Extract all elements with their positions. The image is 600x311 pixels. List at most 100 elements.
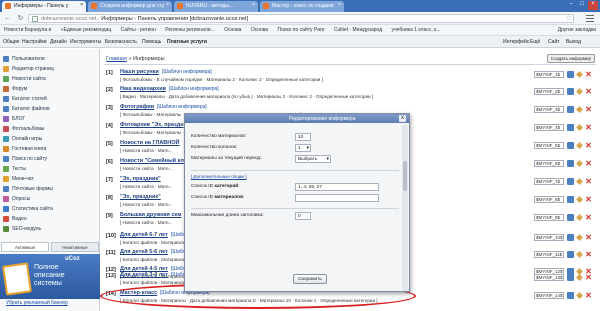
sidebar-item[interactable]: Новости сайта — [0, 75, 100, 84]
informer-title-link[interactable]: Фотоархив "Эх, праздн — [120, 122, 184, 128]
delete-icon[interactable]: ✕ — [585, 292, 592, 300]
columns-select[interactable]: 1 — [295, 144, 311, 152]
informer-title-link[interactable]: "Эх, праздник" — [120, 194, 161, 200]
back-arrow-icon[interactable]: ← — [3, 15, 12, 23]
bookmark-item[interactable]: Основа — [224, 27, 241, 33]
informer-code-field[interactable]: $MYINF_6$ — [534, 160, 564, 167]
browser-tab-informers[interactable]: Информеры - Панель у × — [2, 1, 86, 12]
close-tab-icon[interactable]: × — [338, 2, 341, 8]
informer-code-field[interactable]: $MYINF_7$ — [534, 178, 564, 185]
informer-code-field[interactable]: $MYINF_11$ — [534, 251, 564, 258]
menu-help[interactable]: Помощь — [142, 39, 161, 45]
sidebar-item[interactable]: Статистика сайта — [0, 205, 100, 214]
informer-code-field[interactable]: $MYINF_3$ — [534, 106, 564, 113]
bookmark-item[interactable]: Поиск по сайту Pare — [278, 27, 325, 33]
delete-icon[interactable]: ✕ — [585, 214, 592, 222]
edit-pencil-icon[interactable] — [576, 160, 583, 167]
delete-icon[interactable]: ✕ — [585, 178, 592, 186]
delete-icon[interactable]: ✕ — [585, 124, 592, 132]
informer-code-field[interactable]: $MYINF_4$ — [534, 124, 564, 131]
copy-icon[interactable] — [567, 214, 574, 221]
informer-template-link[interactable]: [Шаблон информера] — [162, 69, 212, 75]
delete-icon[interactable]: ✕ — [585, 71, 592, 79]
minimize-window-icon[interactable]: – — [566, 1, 576, 10]
close-tab-icon[interactable]: × — [166, 2, 169, 8]
edit-pencil-icon[interactable] — [576, 274, 583, 281]
other-bookmarks[interactable]: Другие закладки — [558, 27, 596, 33]
delete-icon[interactable]: ✕ — [585, 160, 592, 168]
ucoz-ad-banner[interactable]: uCoz Полное описание системы — [0, 254, 100, 299]
sidebar-item[interactable]: Редактор страниц — [0, 65, 100, 74]
edit-pencil-icon[interactable] — [576, 178, 583, 185]
bookmark-item[interactable]: Cultiet - Международ — [334, 27, 382, 33]
copy-icon[interactable] — [567, 124, 574, 131]
copy-icon[interactable] — [567, 142, 574, 149]
informer-title-link[interactable]: Новости на ГЛАВНОЙ — [120, 140, 180, 146]
tab-inactive-modules[interactable]: Неактивные — [51, 242, 99, 252]
informer-code-field[interactable]: $MYINF_9$ — [534, 214, 564, 221]
edit-pencil-icon[interactable] — [576, 71, 583, 78]
edit-pencil-icon[interactable] — [576, 214, 583, 221]
menu-logout[interactable]: Выход — [566, 39, 581, 45]
edit-pencil-icon[interactable] — [576, 88, 583, 95]
menu-general[interactable]: Общие — [3, 39, 19, 45]
category-ids-input[interactable]: 1, 4, 26, 27 — [295, 183, 379, 191]
informer-code-field[interactable]: $MYINF_5$ — [534, 142, 564, 149]
edit-pencil-icon[interactable] — [576, 234, 583, 241]
dialog-close-icon[interactable]: x — [399, 115, 406, 122]
create-informer-button[interactable]: Создать информер — [546, 54, 595, 63]
delete-icon[interactable]: ✕ — [585, 251, 592, 259]
browser-tab-2[interactable]: Создала информер для сту × — [88, 1, 172, 12]
copy-icon[interactable] — [567, 274, 574, 281]
informer-title-link[interactable]: Большая дружная сем — [120, 212, 181, 218]
edit-pencil-icon[interactable] — [576, 292, 583, 299]
sidebar-item[interactable]: Тесты — [0, 165, 100, 174]
copy-icon[interactable] — [567, 71, 574, 78]
material-ids-input[interactable] — [295, 194, 379, 202]
menu-paid-services[interactable]: Платные услуги — [167, 39, 207, 45]
informer-code-field[interactable]: $MYINF_13$ — [534, 274, 564, 281]
bookmark-star-icon[interactable]: ☆ — [566, 14, 572, 22]
informer-template-link[interactable]: [Шаблон информера] — [157, 104, 207, 110]
close-tab-icon[interactable]: × — [252, 2, 255, 8]
save-button[interactable]: Сохранить — [293, 274, 327, 284]
remove-banner-link[interactable]: Убрать рекламный баннер — [6, 300, 68, 306]
title-length-input[interactable]: 0 — [295, 212, 311, 220]
informer-template-link[interactable]: [Шаблон информера] — [169, 86, 219, 92]
menu-security[interactable]: Безопасность — [105, 39, 137, 45]
breadcrumb-home[interactable]: Главная — [106, 56, 127, 62]
menu-tools[interactable]: Инструменты — [70, 39, 101, 45]
sidebar-item[interactable]: Гостевая книга — [0, 145, 100, 154]
informer-code-field[interactable]: $MYINF_8$ — [534, 196, 564, 203]
tab-active-modules[interactable]: Активные — [1, 242, 49, 252]
informer-code-field[interactable]: $MYINF_2$ — [534, 88, 564, 95]
sidebar-item[interactable]: SEO-модуль — [0, 225, 100, 234]
sidebar-item[interactable]: Поиск по сайту — [0, 155, 100, 164]
delete-icon[interactable]: ✕ — [585, 274, 592, 282]
sidebar-item[interactable]: Мини-чат — [0, 175, 100, 184]
close-window-icon[interactable]: × — [588, 1, 598, 10]
sidebar-item[interactable]: БЛОГ — [0, 115, 100, 124]
informer-title-link[interactable]: Наши рисунки — [120, 69, 159, 75]
edit-pencil-icon[interactable] — [576, 106, 583, 113]
informer-code-field[interactable]: $MYINF_10$ — [534, 234, 564, 241]
browser-menu-icon[interactable] — [586, 15, 594, 22]
edit-pencil-icon[interactable] — [576, 251, 583, 258]
count-input[interactable]: 10 — [295, 133, 311, 141]
informer-title-link[interactable]: Наш видеоархив — [120, 86, 166, 92]
close-tab-icon[interactable]: × — [80, 2, 83, 8]
sidebar-item[interactable]: Пользователи — [0, 55, 100, 64]
informer-title-link[interactable]: "Эх, праздник" — [120, 176, 161, 182]
sidebar-item[interactable]: Фотоальбомы — [0, 125, 100, 134]
period-select[interactable]: Выбрать — [295, 155, 331, 163]
maximize-window-icon[interactable]: □ — [577, 1, 587, 10]
edit-pencil-icon[interactable] — [576, 124, 583, 131]
url-field[interactable]: dobrazovanie.ucoz.net · Информеры - Пане… — [28, 14, 574, 23]
menu-site[interactable]: Сайт — [548, 39, 560, 45]
edit-pencil-icon[interactable] — [576, 196, 583, 203]
copy-icon[interactable] — [567, 106, 574, 113]
sidebar-item[interactable]: Каталог статей — [0, 95, 100, 104]
delete-icon[interactable]: ✕ — [585, 196, 592, 204]
informer-code-field[interactable]: $MYINF_14$ — [534, 292, 564, 299]
menu-interface[interactable]: Интерфейс — [503, 39, 529, 45]
